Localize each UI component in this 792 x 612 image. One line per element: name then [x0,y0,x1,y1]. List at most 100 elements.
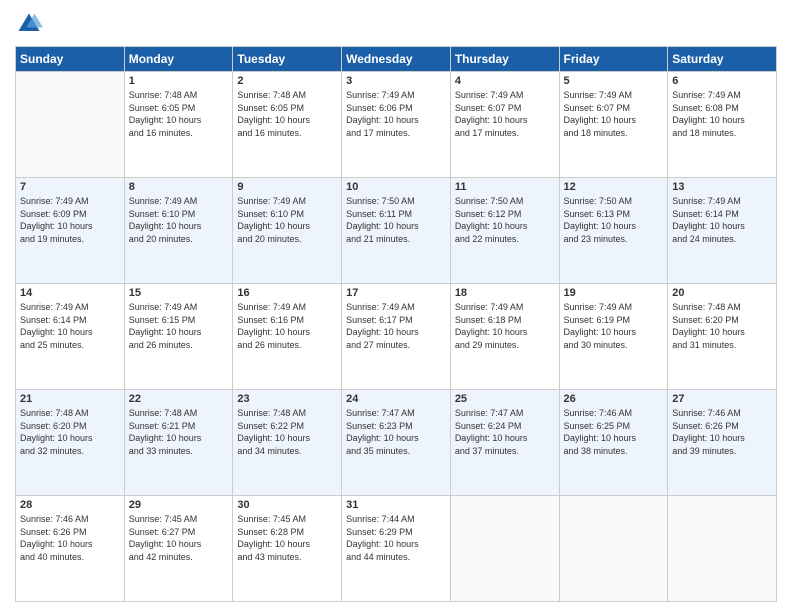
calendar: SundayMondayTuesdayWednesdayThursdayFrid… [15,46,777,602]
day-number: 3 [346,75,446,87]
day-number: 18 [455,287,555,299]
calendar-day-cell: 14 Sunrise: 7:49 AM Sunset: 6:14 PM Dayli… [16,284,125,390]
day-of-week-header: Sunday [16,47,125,72]
calendar-day-cell: 3 Sunrise: 7:49 AM Sunset: 6:06 PM Daylig… [342,72,451,178]
calendar-day-cell: 29 Sunrise: 7:45 AM Sunset: 6:27 PM Dayli… [124,496,233,602]
calendar-day-cell: 30 Sunrise: 7:45 AM Sunset: 6:28 PM Dayli… [233,496,342,602]
calendar-day-cell: 13 Sunrise: 7:49 AM Sunset: 6:14 PM Dayli… [668,178,777,284]
day-number: 13 [672,181,772,193]
day-number: 4 [455,75,555,87]
day-number: 17 [346,287,446,299]
calendar-day-cell: 16 Sunrise: 7:49 AM Sunset: 6:16 PM Dayli… [233,284,342,390]
calendar-day-cell: 18 Sunrise: 7:49 AM Sunset: 6:18 PM Dayli… [450,284,559,390]
day-number: 25 [455,393,555,405]
page: SundayMondayTuesdayWednesdayThursdayFrid… [0,0,792,612]
calendar-day-cell: 19 Sunrise: 7:49 AM Sunset: 6:19 PM Dayli… [559,284,668,390]
day-info: Sunrise: 7:49 AM Sunset: 6:19 PM Dayligh… [564,301,664,351]
calendar-day-cell: 5Sunrise: 7:49 AM Sunset: 6:07 PM Daylig… [559,72,668,178]
day-info: Sunrise: 7:45 AM Sunset: 6:27 PM Dayligh… [129,513,229,563]
day-number: 12 [564,181,664,193]
day-number: 26 [564,393,664,405]
calendar-day-cell: 17 Sunrise: 7:49 AM Sunset: 6:17 PM Dayli… [342,284,451,390]
day-number: 9 [237,181,337,193]
day-number: 31 [346,499,446,511]
day-info: Sunrise: 7:49 AM Sunset: 6:07 PM Dayligh… [455,89,555,139]
day-number: 27 [672,393,772,405]
calendar-day-cell: 25 Sunrise: 7:47 AM Sunset: 6:24 PM Dayli… [450,390,559,496]
day-number: 15 [129,287,229,299]
day-number: 28 [20,499,120,511]
day-info: Sunrise: 7:49 AM Sunset: 6:15 PM Dayligh… [129,301,229,351]
day-info: Sunrise: 7:49 AM Sunset: 6:17 PM Dayligh… [346,301,446,351]
calendar-week-row: 1 Sunrise: 7:48 AM Sunset: 6:05 PM Daylig… [16,72,777,178]
calendar-day-cell: 6Sunrise: 7:49 AM Sunset: 6:08 PM Daylig… [668,72,777,178]
calendar-week-row: 21 Sunrise: 7:48 AM Sunset: 6:20 PM Dayli… [16,390,777,496]
calendar-day-cell: 11Sunrise: 7:50 AM Sunset: 6:12 PM Dayli… [450,178,559,284]
calendar-week-row: 14 Sunrise: 7:49 AM Sunset: 6:14 PM Dayli… [16,284,777,390]
day-number: 8 [129,181,229,193]
calendar-week-row: 28 Sunrise: 7:46 AM Sunset: 6:26 PM Dayli… [16,496,777,602]
day-info: Sunrise: 7:46 AM Sunset: 6:25 PM Dayligh… [564,407,664,457]
day-info: Sunrise: 7:50 AM Sunset: 6:11 PM Dayligh… [346,195,446,245]
day-info: Sunrise: 7:46 AM Sunset: 6:26 PM Dayligh… [20,513,120,563]
day-number: 29 [129,499,229,511]
calendar-day-cell: 1 Sunrise: 7:48 AM Sunset: 6:05 PM Daylig… [124,72,233,178]
day-number: 14 [20,287,120,299]
header [15,10,777,38]
calendar-day-cell: 28 Sunrise: 7:46 AM Sunset: 6:26 PM Dayli… [16,496,125,602]
day-info: Sunrise: 7:49 AM Sunset: 6:14 PM Dayligh… [20,301,120,351]
day-info: Sunrise: 7:49 AM Sunset: 6:06 PM Dayligh… [346,89,446,139]
day-of-week-header: Wednesday [342,47,451,72]
day-number: 22 [129,393,229,405]
day-number: 24 [346,393,446,405]
calendar-day-cell: 24Sunrise: 7:47 AM Sunset: 6:23 PM Dayli… [342,390,451,496]
day-info: Sunrise: 7:49 AM Sunset: 6:09 PM Dayligh… [20,195,120,245]
day-number: 21 [20,393,120,405]
calendar-day-cell [450,496,559,602]
day-info: Sunrise: 7:49 AM Sunset: 6:08 PM Dayligh… [672,89,772,139]
calendar-day-cell [668,496,777,602]
day-info: Sunrise: 7:49 AM Sunset: 6:14 PM Dayligh… [672,195,772,245]
day-info: Sunrise: 7:47 AM Sunset: 6:24 PM Dayligh… [455,407,555,457]
day-of-week-header: Tuesday [233,47,342,72]
calendar-day-cell [16,72,125,178]
day-number: 19 [564,287,664,299]
calendar-day-cell: 26 Sunrise: 7:46 AM Sunset: 6:25 PM Dayli… [559,390,668,496]
calendar-day-cell: 22Sunrise: 7:48 AM Sunset: 6:21 PM Dayli… [124,390,233,496]
day-info: Sunrise: 7:49 AM Sunset: 6:10 PM Dayligh… [129,195,229,245]
logo-icon [15,10,43,38]
day-info: Sunrise: 7:48 AM Sunset: 6:05 PM Dayligh… [129,89,229,139]
calendar-day-cell: 8 Sunrise: 7:49 AM Sunset: 6:10 PM Daylig… [124,178,233,284]
calendar-week-row: 7 Sunrise: 7:49 AM Sunset: 6:09 PM Daylig… [16,178,777,284]
day-number: 11 [455,181,555,193]
day-of-week-header: Monday [124,47,233,72]
calendar-day-cell: 27Sunrise: 7:46 AM Sunset: 6:26 PM Dayli… [668,390,777,496]
calendar-day-cell: 4 Sunrise: 7:49 AM Sunset: 6:07 PM Daylig… [450,72,559,178]
day-number: 10 [346,181,446,193]
day-info: Sunrise: 7:48 AM Sunset: 6:22 PM Dayligh… [237,407,337,457]
day-info: Sunrise: 7:49 AM Sunset: 6:18 PM Dayligh… [455,301,555,351]
day-number: 1 [129,75,229,87]
day-number: 2 [237,75,337,87]
logo [15,10,47,38]
day-number: 7 [20,181,120,193]
day-info: Sunrise: 7:45 AM Sunset: 6:28 PM Dayligh… [237,513,337,563]
day-info: Sunrise: 7:44 AM Sunset: 6:29 PM Dayligh… [346,513,446,563]
day-info: Sunrise: 7:49 AM Sunset: 6:07 PM Dayligh… [564,89,664,139]
calendar-day-cell: 12Sunrise: 7:50 AM Sunset: 6:13 PM Dayli… [559,178,668,284]
calendar-day-cell: 23Sunrise: 7:48 AM Sunset: 6:22 PM Dayli… [233,390,342,496]
day-number: 30 [237,499,337,511]
calendar-day-cell: 15 Sunrise: 7:49 AM Sunset: 6:15 PM Dayli… [124,284,233,390]
calendar-day-cell: 2 Sunrise: 7:48 AM Sunset: 6:05 PM Daylig… [233,72,342,178]
day-info: Sunrise: 7:48 AM Sunset: 6:05 PM Dayligh… [237,89,337,139]
day-info: Sunrise: 7:48 AM Sunset: 6:20 PM Dayligh… [672,301,772,351]
calendar-day-cell: 31 Sunrise: 7:44 AM Sunset: 6:29 PM Dayli… [342,496,451,602]
day-info: Sunrise: 7:49 AM Sunset: 6:16 PM Dayligh… [237,301,337,351]
calendar-day-cell [559,496,668,602]
day-of-week-header: Thursday [450,47,559,72]
day-info: Sunrise: 7:48 AM Sunset: 6:20 PM Dayligh… [20,407,120,457]
calendar-day-cell: 10 Sunrise: 7:50 AM Sunset: 6:11 PM Dayli… [342,178,451,284]
day-of-week-header: Saturday [668,47,777,72]
day-number: 16 [237,287,337,299]
calendar-header-row: SundayMondayTuesdayWednesdayThursdayFrid… [16,47,777,72]
